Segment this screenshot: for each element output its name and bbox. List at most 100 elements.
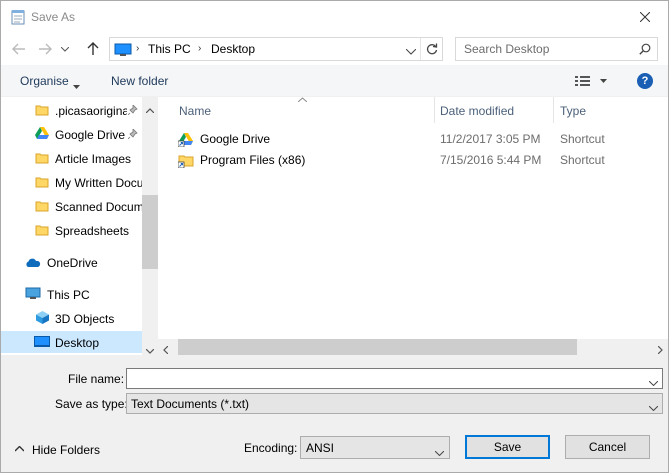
close-button[interactable]: [622, 1, 668, 32]
file-list: Name Date modified Type Google Drive 11/…: [158, 97, 668, 355]
nav-item-label: Scanned Documents: [55, 200, 142, 214]
file-date-modified: 7/15/2016 5:44 PM: [440, 153, 542, 167]
nav-item-label: 3D Objects: [55, 312, 115, 326]
nav-item-spreadsheets[interactable]: Spreadsheets: [1, 219, 142, 241]
file-type: Shortcut: [560, 153, 605, 167]
search-box[interactable]: [455, 37, 658, 61]
arrow-left-icon: [12, 43, 25, 55]
save-as-type-select[interactable]: Text Documents (*.txt): [126, 393, 663, 414]
file-date-modified: 11/2/2017 3:05 PM: [440, 132, 541, 146]
navigation-row: › This PC › Desktop: [1, 32, 668, 65]
nav-item-this-pc[interactable]: This PC: [1, 283, 142, 305]
details-view-icon: [575, 76, 607, 86]
organise-button[interactable]: Organise: [20, 74, 69, 88]
chevron-right-icon: [657, 345, 663, 355]
breadcrumb-separator: ›: [136, 43, 140, 54]
desktop-icon: [34, 336, 50, 351]
file-name-input[interactable]: [127, 369, 637, 388]
nav-item-label: Google Drive: [55, 128, 126, 142]
search-input[interactable]: [456, 38, 636, 60]
nav-pane-scrollbar[interactable]: [142, 97, 158, 355]
column-header-date-modified[interactable]: Date modified: [435, 97, 553, 123]
address-dropdown-button[interactable]: [405, 44, 417, 58]
command-bar: Organise New folder ?: [1, 65, 668, 97]
new-folder-button[interactable]: New folder: [111, 74, 168, 88]
folder-shortcut-icon: [177, 153, 194, 171]
file-list-horizontal-scrollbar[interactable]: [158, 339, 668, 355]
chevron-down-icon: [434, 445, 445, 459]
folder-icon: [35, 103, 49, 120]
nav-item-3d-objects[interactable]: 3D Objects: [1, 307, 142, 329]
column-header-label: Name: [179, 104, 212, 118]
nav-item-label: Desktop: [55, 336, 100, 350]
refresh-button[interactable]: [420, 38, 442, 60]
cube-icon: [35, 310, 50, 328]
nav-item-label: This PC: [47, 288, 90, 302]
nav-item-desktop[interactable]: Desktop: [1, 331, 142, 353]
encoding-label: Encoding:: [244, 441, 298, 455]
back-button[interactable]: [11, 41, 27, 57]
nav-item-label: My Written Documents: [55, 176, 142, 190]
sort-ascending-icon: [298, 97, 307, 102]
nav-item-my-written-documents[interactable]: My Written Documents: [1, 171, 142, 193]
scrollbar-thumb[interactable]: [142, 195, 158, 269]
nav-item-label: Spreadsheets: [55, 224, 130, 238]
navigation-pane: .picasaoriginals Google Drive Article Im…: [1, 97, 158, 355]
forward-button[interactable]: [37, 41, 53, 57]
chevron-up-icon: [15, 446, 24, 452]
file-name: Google Drive: [200, 132, 271, 146]
encoding-select[interactable]: ANSI: [300, 436, 450, 459]
google-drive-shortcut-icon: [177, 132, 194, 150]
chevron-down-icon: [648, 400, 659, 414]
column-header-type[interactable]: Type: [554, 97, 668, 123]
chevron-down-icon: [145, 348, 155, 354]
nav-item-picasaoriginals[interactable]: .picasaoriginals: [1, 99, 142, 121]
arrow-up-icon: [87, 42, 99, 55]
scroll-up-button[interactable]: [145, 102, 155, 116]
nav-item-onedrive[interactable]: OneDrive: [1, 251, 142, 273]
file-name-combobox[interactable]: [126, 368, 663, 389]
file-name-dropdown-button[interactable]: [648, 375, 659, 389]
close-icon: [640, 11, 650, 22]
file-row-program-files-x86[interactable]: Program Files (x86) 7/15/2016 5:44 PM Sh…: [172, 150, 668, 170]
up-button[interactable]: [85, 41, 101, 57]
scrollbar-thumb[interactable]: [178, 339, 577, 355]
breadcrumb-desktop[interactable]: Desktop: [211, 42, 255, 56]
nav-item-google-drive[interactable]: Google Drive: [1, 123, 142, 145]
notepad-icon: [11, 9, 25, 25]
chevron-down-icon: [405, 48, 417, 55]
help-button[interactable]: ?: [637, 73, 653, 89]
onedrive-icon: [25, 257, 41, 271]
window-title: Save As: [31, 10, 76, 24]
save-options-panel: File name: Save as type: Text Documents …: [1, 355, 668, 472]
file-name: Program Files (x86): [200, 153, 306, 167]
file-type: Shortcut: [560, 132, 605, 146]
folder-icon: [35, 151, 49, 168]
hide-folders-label: Hide Folders: [32, 443, 101, 457]
nav-item-scanned-documents[interactable]: Scanned Documents: [1, 195, 142, 217]
refresh-icon: [426, 43, 437, 55]
chevron-left-icon: [163, 345, 169, 355]
folder-icon: [35, 199, 49, 216]
column-header-label: Date modified: [440, 104, 515, 118]
save-button[interactable]: Save: [465, 435, 550, 459]
address-bar[interactable]: › This PC › Desktop: [109, 37, 443, 61]
chevron-up-icon: [145, 108, 155, 114]
nav-item-label: Article Images: [55, 152, 132, 166]
column-header-name[interactable]: Name: [172, 97, 434, 123]
file-row-google-drive[interactable]: Google Drive 11/2/2017 3:05 PM Shortcut: [172, 129, 668, 149]
save-as-dialog: Save As › This PC › Desktop Search Deskt…: [0, 0, 669, 473]
title-bar: Save As: [1, 1, 668, 32]
encoding-value: ANSI: [306, 441, 335, 455]
arrow-right-icon: [39, 43, 52, 55]
pin-icon: [127, 104, 138, 118]
breadcrumb-this-pc[interactable]: This PC: [148, 42, 191, 56]
recent-locations-button[interactable]: [59, 41, 71, 57]
pin-icon: [127, 128, 138, 142]
file-name-label: File name:: [68, 372, 125, 386]
nav-item-article-images[interactable]: Article Images: [1, 147, 142, 169]
google-drive-icon: [35, 127, 49, 143]
change-view-button[interactable]: [574, 74, 608, 91]
cancel-button[interactable]: Cancel: [565, 435, 650, 459]
folder-icon: [35, 175, 49, 192]
